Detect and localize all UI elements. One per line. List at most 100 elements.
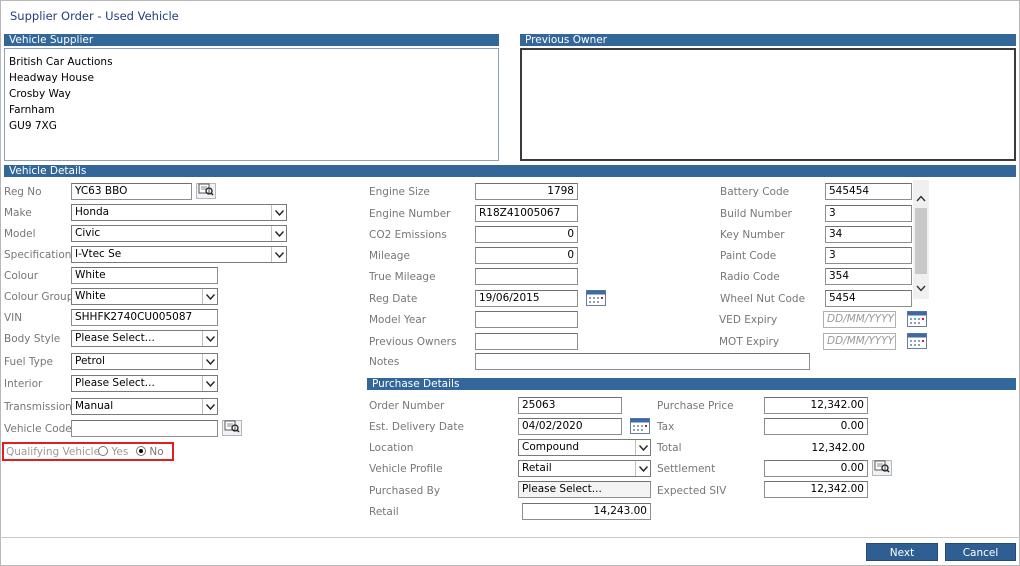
chevron-down-icon — [271, 226, 286, 241]
make-value: Honda — [75, 206, 110, 218]
model-year-input[interactable] — [475, 311, 578, 328]
previous-owner-box[interactable] — [520, 48, 1016, 161]
vin-label: VIN — [4, 312, 23, 324]
fuel-type-select[interactable]: Petrol — [71, 353, 218, 370]
colour-group-select[interactable]: White — [71, 288, 218, 305]
reg-no-input[interactable]: YC63 BBO — [71, 183, 192, 200]
build-number-label: Build Number — [720, 208, 792, 220]
location-select[interactable]: Compound — [518, 439, 651, 456]
est-delivery-input[interactable]: 04/02/2020 — [518, 418, 622, 435]
settlement-lookup-button[interactable] — [872, 460, 892, 476]
previous-owners-input[interactable] — [475, 333, 578, 350]
build-number-input[interactable]: 3 — [825, 205, 912, 222]
qualifying-no-option[interactable]: No — [136, 446, 164, 458]
reg-lookup-button[interactable] — [196, 183, 216, 199]
search-icon — [224, 420, 240, 436]
previous-owner-header: Previous Owner — [520, 34, 1016, 46]
retail-input[interactable]: 14,243.00 — [522, 503, 651, 520]
key-number-input[interactable]: 34 — [825, 226, 912, 243]
specification-label: Specification — [4, 249, 72, 261]
engine-number-label: Engine Number — [369, 208, 451, 220]
radio-code-input[interactable]: 354 — [825, 268, 912, 285]
chevron-down-icon — [202, 354, 217, 369]
model-select[interactable]: Civic — [71, 225, 287, 242]
supplier-line: British Car Auctions — [9, 56, 113, 68]
qualifying-vehicle-label: Qualifying Vehicle — [6, 446, 101, 458]
details-scrollbar[interactable] — [913, 180, 929, 299]
specification-select[interactable]: I-Vtec Se — [71, 246, 287, 263]
mileage-label: Mileage — [369, 250, 410, 262]
chevron-down-icon — [271, 247, 286, 262]
body-style-select[interactable]: Please Select... — [71, 330, 218, 347]
make-select[interactable]: Honda — [71, 204, 287, 221]
vehicle-supplier-address: British Car Auctions Headway House Crosb… — [4, 48, 499, 161]
tax-input[interactable]: 0.00 — [764, 418, 868, 435]
expected-siv-label: Expected SIV — [657, 485, 727, 497]
ved-expiry-input[interactable]: DD/MM/YYYY — [823, 311, 896, 328]
location-value: Compound — [522, 441, 580, 453]
reg-date-input[interactable]: 19/06/2015 — [475, 290, 578, 307]
engine-number-input[interactable]: R18Z41005067 — [475, 205, 578, 222]
vehicle-code-input[interactable] — [71, 420, 218, 437]
radio-code-label: Radio Code — [720, 271, 780, 283]
scroll-up-icon[interactable] — [915, 192, 927, 204]
expected-siv-input[interactable]: 12,342.00 — [764, 481, 868, 498]
interior-value: Please Select... — [75, 377, 155, 389]
purchase-price-input[interactable]: 12,342.00 — [764, 397, 868, 414]
window-title: Supplier Order - Used Vehicle — [10, 9, 179, 23]
model-label: Model — [4, 228, 36, 240]
radio-yes-icon[interactable] — [98, 446, 108, 456]
scroll-down-icon[interactable] — [915, 282, 927, 294]
battery-code-input[interactable]: 545454 — [825, 183, 912, 200]
calendar-icon[interactable] — [630, 418, 650, 434]
calendar-icon[interactable] — [586, 290, 606, 306]
search-icon — [198, 183, 214, 199]
calendar-icon[interactable] — [907, 333, 927, 349]
qualifying-yes-option[interactable]: Yes — [98, 446, 128, 458]
settlement-input[interactable]: 0.00 — [764, 460, 868, 477]
vehicle-code-lookup-button[interactable] — [222, 420, 242, 436]
calendar-icon[interactable] — [907, 311, 927, 327]
colour-group-value: White — [75, 290, 106, 302]
battery-code-label: Battery Code — [720, 186, 790, 198]
mot-expiry-label: MOT Expiry — [719, 336, 780, 348]
vehicle-details-header: Vehicle Details — [4, 165, 1016, 177]
wheel-nut-code-input[interactable]: 5454 — [825, 290, 912, 307]
est-delivery-label: Est. Delivery Date — [369, 421, 464, 433]
vehicle-profile-value: Retail — [522, 462, 552, 474]
co2-label: CO2 Emissions — [369, 229, 447, 241]
co2-input[interactable]: 0 — [475, 226, 578, 243]
colour-label: Colour — [4, 270, 39, 282]
vehicle-supplier-header: Vehicle Supplier — [4, 34, 499, 46]
supplier-line: Crosby Way — [9, 88, 71, 100]
vehicle-profile-select[interactable]: Retail — [518, 460, 651, 477]
interior-select[interactable]: Please Select... — [71, 375, 218, 392]
mot-expiry-input[interactable]: DD/MM/YYYY — [823, 333, 896, 350]
order-number-input[interactable]: 25063 — [518, 397, 622, 414]
transmission-select[interactable]: Manual — [71, 398, 218, 415]
specification-value: I-Vtec Se — [75, 248, 122, 260]
body-style-label: Body Style — [4, 333, 61, 345]
chevron-down-icon — [202, 289, 217, 304]
paint-code-input[interactable]: 3 — [825, 247, 912, 264]
engine-size-input[interactable]: 1798 — [475, 183, 578, 200]
vin-input[interactable]: SHHFK2740CU005087 — [71, 309, 218, 326]
radio-no-icon[interactable] — [136, 446, 146, 456]
scrollbar-thumb[interactable] — [915, 208, 927, 274]
key-number-label: Key Number — [720, 229, 785, 241]
colour-input[interactable]: White — [71, 267, 218, 284]
vehicle-code-label: Vehicle Code — [4, 423, 72, 435]
reg-date-label: Reg Date — [369, 293, 418, 305]
model-value: Civic — [75, 227, 101, 239]
notes-input[interactable] — [475, 353, 810, 370]
fuel-type-value: Petrol — [75, 355, 105, 367]
reg-no-label: Reg No — [4, 186, 42, 198]
mileage-input[interactable]: 0 — [475, 247, 578, 264]
engine-size-label: Engine Size — [369, 186, 430, 198]
true-mileage-input[interactable] — [475, 268, 578, 285]
cancel-button[interactable]: Cancel — [945, 543, 1016, 561]
purchased-by-input[interactable]: Please Select... — [518, 481, 651, 498]
chevron-down-icon — [271, 205, 286, 220]
location-label: Location — [369, 442, 414, 454]
next-button[interactable]: Next — [866, 543, 938, 561]
